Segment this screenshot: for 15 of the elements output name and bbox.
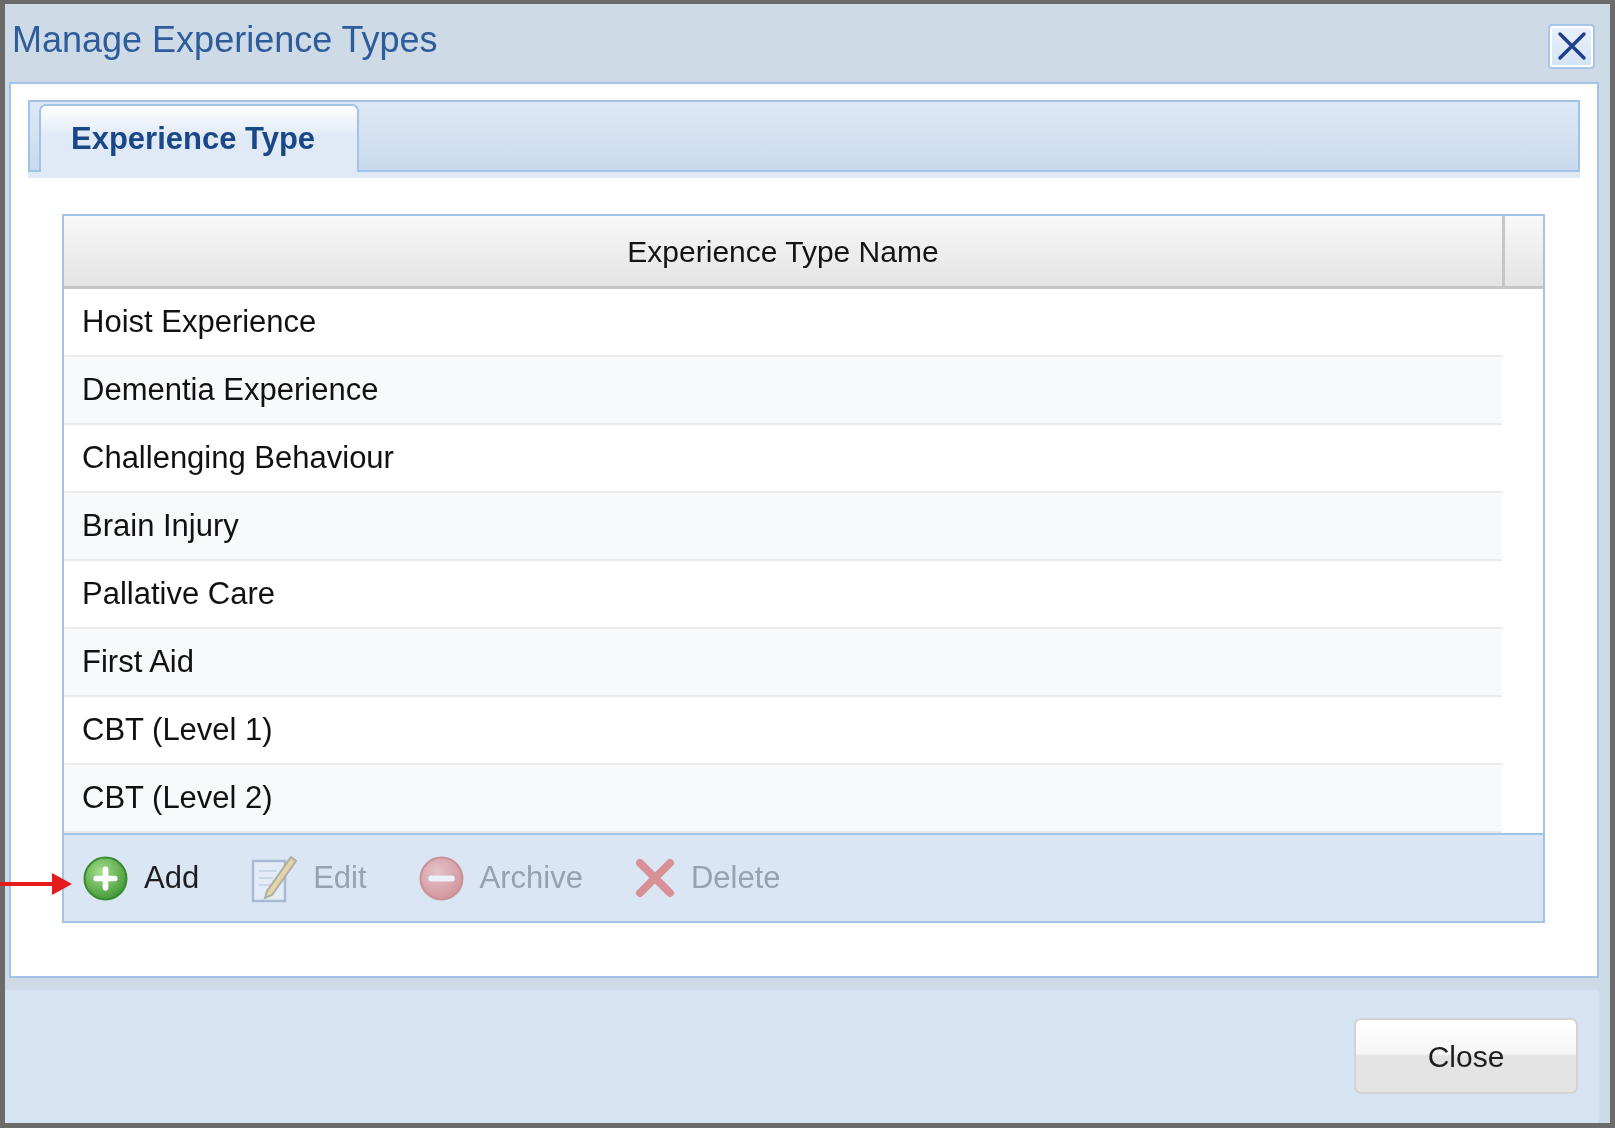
minus-circle-icon xyxy=(418,855,464,901)
tab[interactable]: Experience Type xyxy=(39,104,360,172)
table-cell: Brain Injury xyxy=(64,493,1502,561)
add-button[interactable]: Add xyxy=(83,854,200,902)
cross-icon xyxy=(634,858,675,898)
table-cell: CBT (Level 2) xyxy=(64,765,1502,833)
table-cell: First Aid xyxy=(64,629,1502,697)
window-title: Manage Experience Types xyxy=(12,20,438,60)
table-cell: Dementia Experience xyxy=(64,357,1502,425)
close-button[interactable] xyxy=(1548,23,1595,69)
close-button[interactable]: Close xyxy=(1354,1018,1578,1094)
arrow-icon xyxy=(0,872,72,896)
add-icon xyxy=(83,855,128,901)
close-icon xyxy=(1556,31,1587,61)
pencil-document-icon xyxy=(251,853,298,903)
